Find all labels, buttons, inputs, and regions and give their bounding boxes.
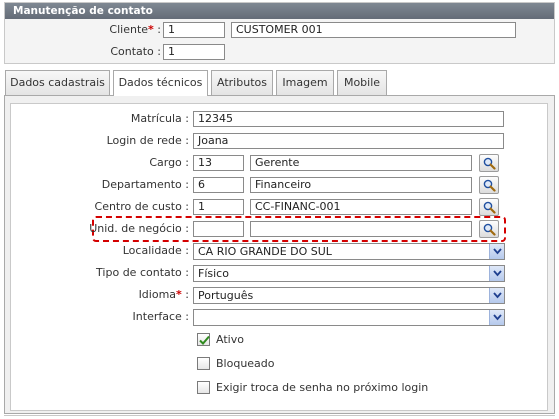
interface-select[interactable] (193, 309, 505, 326)
panel-title: Manutenção de contato (5, 3, 554, 19)
tab-atributos[interactable]: Atributos (211, 70, 273, 95)
matricula-field[interactable]: 12345 (193, 111, 504, 127)
login-field[interactable]: Joana (193, 133, 504, 149)
cliente-label: Cliente* : (109, 23, 161, 36)
cargo-description-field[interactable]: Gerente (250, 155, 472, 171)
unid-negocio-search-button[interactable] (479, 220, 499, 238)
tipo-contato-value: Físico (198, 267, 229, 280)
cargo-label: Cargo : (149, 156, 189, 169)
tipo-contato-select[interactable]: Físico (193, 265, 505, 282)
magnifier-search-icon (483, 179, 496, 192)
chevron-down-icon (493, 292, 502, 299)
chevron-down-icon (493, 248, 502, 255)
magnifier-search-icon (483, 201, 496, 214)
interface-dropdown-button[interactable] (489, 310, 504, 325)
localidade-value: CA RIO GRANDE DO SUL (198, 245, 332, 258)
localidade-label: Localidade : (122, 244, 189, 257)
cargo-search-button[interactable] (479, 154, 499, 172)
departamento-description-field[interactable]: Financeiro (250, 177, 472, 193)
cliente-code-field[interactable]: 1 (163, 22, 225, 38)
interface-label: Interface : (132, 310, 189, 323)
tab-mobile[interactable]: Mobile (337, 70, 387, 95)
divider (4, 415, 555, 416)
tab-dados-tecnicos[interactable]: Dados técnicos (113, 70, 208, 96)
magnifier-search-icon (483, 157, 496, 170)
unid-negocio-description-field[interactable] (250, 221, 472, 237)
checkmark-icon (199, 335, 210, 345)
unid-negocio-label: Unid. de negócio : (89, 222, 189, 235)
chevron-down-icon (493, 314, 502, 321)
localidade-dropdown-button[interactable] (489, 244, 504, 259)
departamento-label: Departamento : (101, 178, 189, 191)
login-label: Login de rede : (106, 134, 189, 147)
bloqueado-label: Bloqueado (216, 357, 275, 370)
cliente-name-field[interactable]: CUSTOMER 001 (231, 22, 516, 38)
idioma-label: Idioma* : (138, 288, 189, 301)
cargo-code-field[interactable]: 13 (193, 155, 244, 171)
centro-custo-search-button[interactable] (479, 198, 499, 216)
exigir-troca-senha-checkbox[interactable] (197, 381, 210, 394)
ativo-label: Ativo (216, 333, 244, 346)
exigir-troca-senha-label: Exigir troca de senha no próximo login (216, 381, 429, 394)
magnifier-search-icon (483, 223, 496, 236)
unid-negocio-code-field[interactable] (193, 221, 244, 237)
ativo-checkbox[interactable] (197, 333, 210, 346)
localidade-select[interactable]: CA RIO GRANDE DO SUL (193, 243, 505, 260)
matricula-label: Matrícula : (130, 112, 189, 125)
chevron-down-icon (493, 270, 502, 277)
departamento-search-button[interactable] (479, 176, 499, 194)
centro-custo-description-field[interactable]: CC-FINANC-001 (250, 199, 472, 215)
tipo-contato-dropdown-button[interactable] (489, 266, 504, 281)
tipo-contato-label: Tipo de contato : (96, 266, 189, 279)
contato-field[interactable]: 1 (163, 44, 225, 60)
idioma-value: Português (198, 289, 254, 302)
contato-label: Contato : (110, 45, 161, 58)
centro-custo-label: Centro de custo : (94, 200, 189, 213)
departamento-code-field[interactable]: 6 (193, 177, 244, 193)
idioma-dropdown-button[interactable] (489, 288, 504, 303)
idioma-select[interactable]: Português (193, 287, 505, 304)
tab-imagem[interactable]: Imagem (276, 70, 334, 95)
centro-custo-code-field[interactable]: 1 (193, 199, 244, 215)
tab-dados-cadastrais[interactable]: Dados cadastrais (5, 70, 110, 95)
bloqueado-checkbox[interactable] (197, 357, 210, 370)
